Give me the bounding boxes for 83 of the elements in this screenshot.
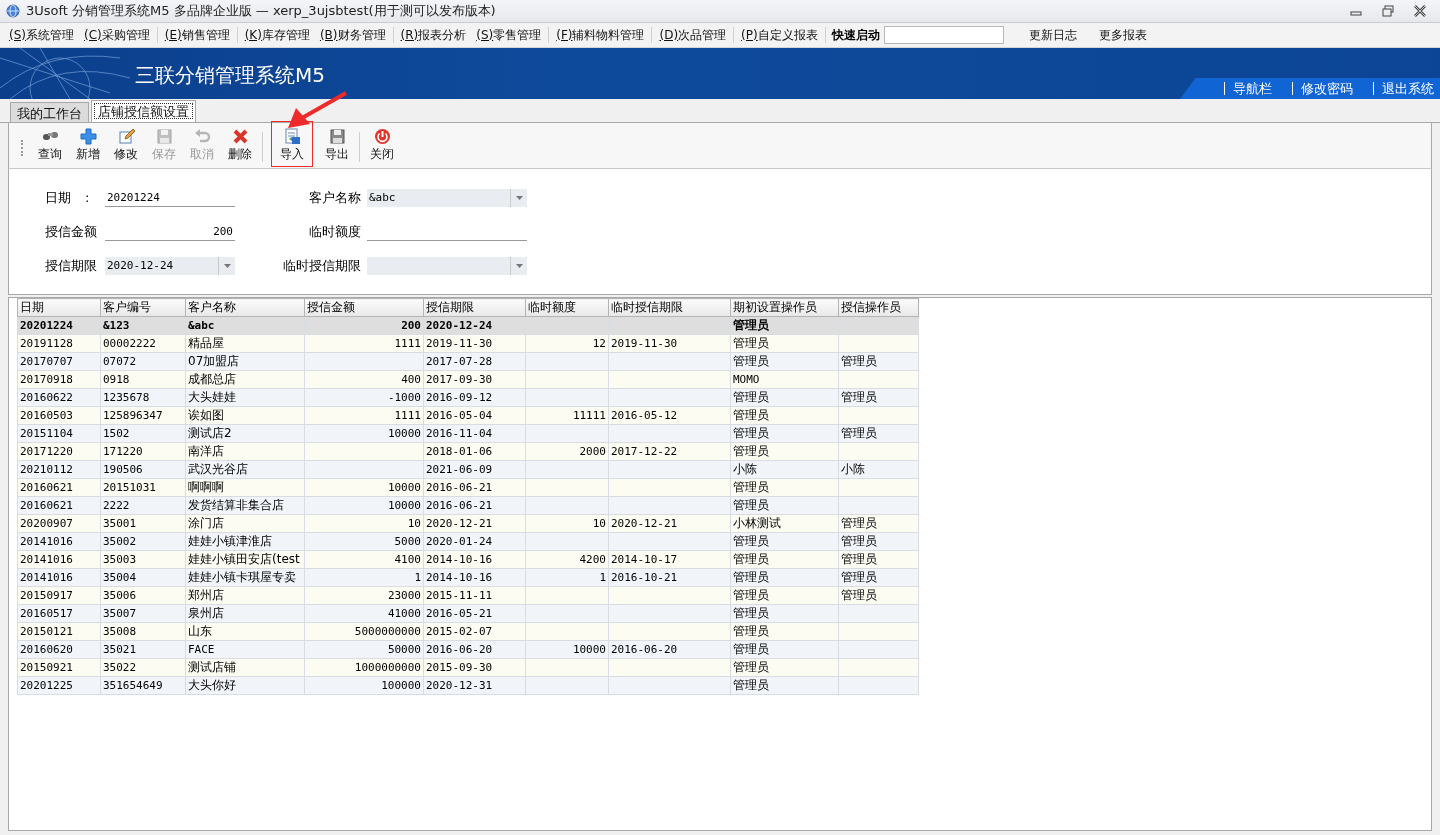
dropdown-field[interactable]: &abc [367, 188, 527, 207]
column-header[interactable]: 授信期限 [423, 298, 526, 317]
banner-link[interactable]: 导航栏 [1224, 82, 1278, 95]
menu-item[interactable]: (B)财务管理 [314, 24, 391, 46]
delete-icon [231, 128, 249, 145]
toolbar-button[interactable]: 关闭 [363, 126, 401, 166]
table-row[interactable]: 20201224 &123 &abc 200 2020-12-24 管理员 [17, 316, 919, 335]
toolbar-button[interactable]: 删除 [221, 126, 259, 166]
table-row[interactable]: 20160517 35007 泉州店 41000 2016-05-21 管理员 [17, 604, 919, 623]
banner-link[interactable]: 修改密码 [1292, 82, 1359, 95]
table-row[interactable]: 20150917 35006 郑州店 23000 2015-11-11 管理员 管理员 [17, 586, 919, 605]
power-icon [373, 128, 391, 145]
plus-icon [79, 128, 97, 145]
quick-launch-field[interactable] [883, 26, 1004, 44]
table-row[interactable]: 20210112 190506 武汉光谷店 2021-06-09 小陈 小陈 [17, 460, 919, 479]
menu-item[interactable]: (F)辅料物料管理 [551, 24, 650, 46]
table-row[interactable]: 20160621 2222 发货结算非集合店 10000 2016-06-21 管理员 [17, 496, 919, 515]
menu-item[interactable]: (K)库存管理 [239, 24, 315, 46]
app-title: 三联分销管理系统M5 [135, 62, 325, 89]
menu-item[interactable]: (C)采购管理 [79, 24, 155, 46]
menu-item[interactable]: (D)次品管理 [654, 24, 732, 46]
table-row[interactable]: 20160503 125896347 诶如图 1111 2016-05-04 11111 2016-05-12 管理员 [17, 406, 919, 425]
toolbar-button[interactable]: 导出 [318, 126, 356, 166]
field-label: 客户名称 [309, 188, 361, 207]
restore-icon[interactable] [1382, 5, 1394, 17]
table-row[interactable]: 20160621 20151031 啊啊啊 10000 2016-06-21 管理员 [17, 478, 919, 497]
menu-link[interactable]: 更多报表 [1093, 24, 1152, 46]
menu-item[interactable]: (E)销售管理 [159, 24, 235, 46]
column-header[interactable]: 授信金额 [304, 298, 424, 317]
dropdown-field[interactable] [367, 256, 527, 275]
field-label: 临时额度 [309, 222, 361, 241]
table-row[interactable]: 20150121 35008 山东 5000000000 2015-02-07 管理员 [17, 622, 919, 641]
toolbar-button[interactable]: 查询 [31, 126, 69, 166]
annotation-arrow [288, 91, 347, 128]
column-header[interactable]: 客户名称 [185, 298, 305, 317]
column-header[interactable]: 客户编号 [100, 298, 186, 317]
toolbar-button[interactable]: 导入 [272, 122, 312, 166]
import-icon [283, 128, 301, 145]
table-row[interactable]: 20191128 00002222 精品屋 1111 2019-11-30 12 2019-11-30 管理员 [17, 334, 919, 353]
column-header[interactable]: 日期 [17, 298, 101, 317]
column-header[interactable]: 临时额度 [525, 298, 609, 317]
table-row[interactable]: 20200907 35001 涂门店 10 2020-12-21 10 2020-12-21 小林测试 管理员 [17, 514, 919, 533]
dropdown-caret-icon[interactable] [223, 263, 231, 268]
label-colon: : [85, 190, 90, 205]
menu-link[interactable]: 更新日志 [1023, 24, 1082, 46]
edit-icon [117, 128, 135, 145]
input-field[interactable]: 20201224 [105, 188, 235, 207]
dropdown-caret-icon[interactable] [515, 263, 523, 268]
dropdown-caret-icon[interactable] [515, 195, 523, 200]
table-row[interactable]: 20141016 35004 娃娃小镇卡琪屋专卖 1 2014-10-16 1 2016-10-21 管理员 管理员 [17, 568, 919, 587]
banner-link[interactable]: 退出系统 [1373, 82, 1440, 95]
toolbar-button[interactable]: 新增 [69, 126, 107, 166]
menu-item[interactable]: (R)报表分析 [395, 24, 472, 46]
undo-icon [193, 128, 211, 145]
column-header[interactable]: 临时授信期限 [608, 298, 731, 317]
field-label: 授信期限 [45, 256, 97, 275]
window-title: 3Usoft 分销管理系统M5 多品牌企业版 — xerp_3ujsbtest(用于测可以发布版本) [26, 2, 497, 20]
table-row[interactable]: 20171220 171220 南洋店 2018-01-06 2000 2017-12-22 管理员 [17, 442, 919, 461]
close-icon[interactable] [1414, 5, 1426, 17]
dropdown-field[interactable]: 2020-12-24 [105, 256, 235, 275]
table-row[interactable]: 20141016 35002 娃娃小镇津淮店 5000 2020-01-24 管理员 管理员 [17, 532, 919, 551]
column-header[interactable]: 授信操作员 [838, 298, 919, 317]
table-row[interactable]: 20150921 35022 测试店铺 1000000000 2015-09-30 管理员 [17, 658, 919, 677]
table-row[interactable]: 20170707 07072 07加盟店 2017-07-28 管理员 管理员 [17, 352, 919, 371]
table-row[interactable]: 20160620 35021 FACE 50000 2016-06-20 10000 2016-06-20 管理员 [17, 640, 919, 659]
tab[interactable]: 我的工作台 [10, 102, 89, 122]
table-row[interactable]: 20160622 1235678 大头娃娃 -1000 2016-09-12 管理员 管理员 [17, 388, 919, 407]
table-row[interactable]: 20201225 351654649 大头你好 100000 2020-12-31 管理员 [17, 676, 919, 695]
field-label: 临时授信期限 [283, 256, 361, 275]
field-label: 授信金额 [45, 222, 97, 241]
quick-launch-label: 快速启动 [831, 26, 880, 44]
input-field[interactable]: 200 [105, 222, 235, 241]
field-label: 日期 [45, 188, 71, 207]
tab[interactable]: 店铺授信额设置 [91, 100, 196, 122]
menu-item[interactable]: (S)零售管理 [471, 24, 547, 46]
table-row[interactable]: 20151104 1502 测试店2 10000 2016-11-04 管理员 管理员 [17, 424, 919, 443]
globe-icon [6, 4, 20, 18]
table-row[interactable]: 20141016 35003 娃娃小镇田安店(test 4100 2014-10-16 4200 2014-10-17 管理员 管理员 [17, 550, 919, 569]
toolbar-button[interactable]: 修改 [107, 126, 145, 166]
menu-item[interactable]: (S)系统管理 [4, 24, 79, 46]
column-header[interactable]: 期初设置操作员 [730, 298, 839, 317]
menu-item[interactable]: (P)自定义报表 [736, 24, 823, 46]
table-row[interactable]: 20170918 0918 成都总店 400 2017-09-30 MOMO [17, 370, 919, 389]
